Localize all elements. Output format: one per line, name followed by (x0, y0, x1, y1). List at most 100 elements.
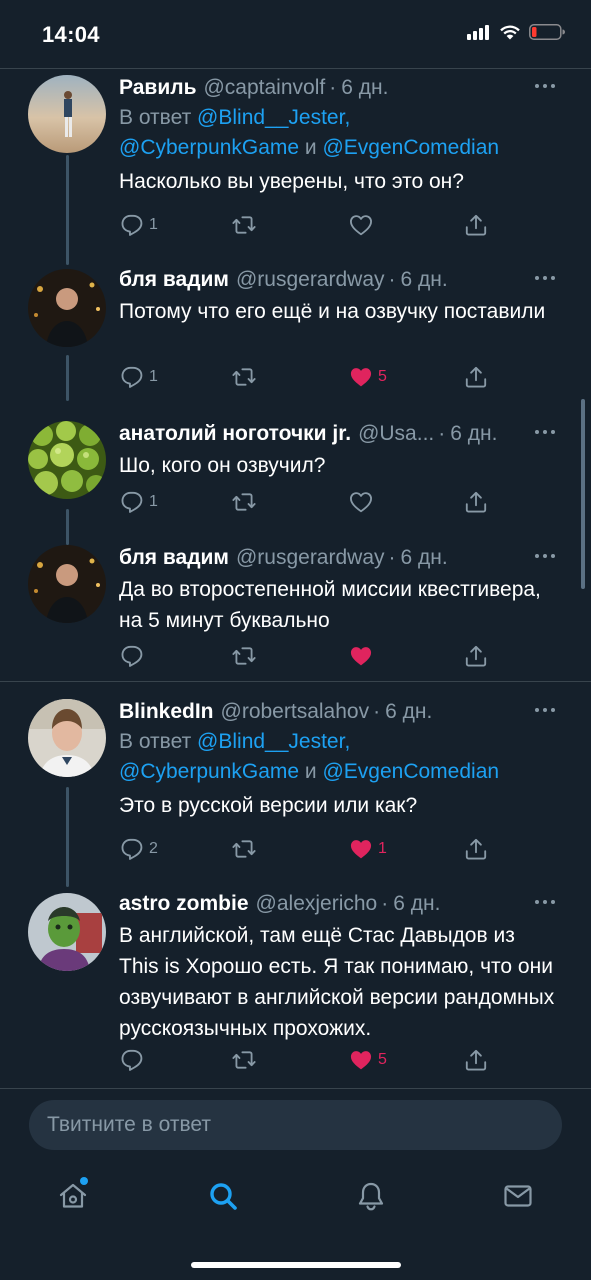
share-button[interactable] (463, 487, 489, 517)
retweet-button[interactable] (231, 210, 261, 240)
reply-button[interactable] (119, 1045, 149, 1075)
retweet-button[interactable] (231, 362, 261, 392)
tweet[interactable]: astro zombie @alexjericho · 6 дн. В англ… (0, 891, 591, 1085)
more-options-icon[interactable] (529, 889, 561, 915)
tab-search[interactable] (198, 1176, 248, 1216)
separator-dot: · (388, 268, 396, 291)
heart-icon (348, 212, 374, 238)
avatar[interactable] (28, 699, 106, 777)
reply-button[interactable]: 2 (119, 834, 158, 864)
retweet-button[interactable] (231, 834, 261, 864)
reply-and: и (299, 760, 323, 783)
tab-home[interactable] (48, 1176, 98, 1216)
mention-link[interactable]: @Blind__Jester, (197, 730, 350, 753)
heart-filled-icon (348, 364, 374, 390)
reply-button[interactable]: 1 (119, 210, 158, 240)
tweet-body: анатолий ноготочки jr. @Usa... · 6 дн. Ш… (119, 421, 559, 481)
share-button[interactable] (463, 210, 489, 240)
tweet[interactable]: BlinkedIn @robertsalahov · 6 дн. В ответ… (0, 699, 591, 889)
tweet[interactable]: бля вадим @rusgerardway · 6 дн. Да во вт… (0, 545, 591, 677)
retweet-icon (231, 643, 257, 669)
more-options-icon[interactable] (529, 73, 561, 99)
tweet-header: astro zombie @alexjericho · 6 дн. (119, 891, 559, 917)
retweet-button[interactable] (231, 487, 261, 517)
retweet-button[interactable] (231, 1045, 261, 1075)
tweet-text: Да во второстепенной миссии квестгивера,… (119, 578, 541, 632)
tweet[interactable]: бля вадим @rusgerardway · 6 дн. Потому ч… (0, 267, 591, 399)
mention-link[interactable]: @Blind__Jester, (197, 106, 350, 129)
mention-link[interactable]: @CyberpunkGame (119, 136, 299, 159)
avatar[interactable] (28, 269, 106, 347)
scrollbar[interactable] (581, 399, 585, 589)
like-button[interactable]: 5 (348, 1045, 387, 1075)
messages-icon (504, 1185, 532, 1207)
share-button[interactable] (463, 641, 489, 671)
author-handle[interactable]: @rusgerardway (236, 267, 385, 293)
separator-dot: · (329, 76, 337, 99)
share-button[interactable] (463, 834, 489, 864)
avatar[interactable] (28, 545, 106, 623)
more-options-icon[interactable] (529, 265, 561, 291)
home-indicator[interactable] (191, 1262, 401, 1268)
author-handle[interactable]: @rusgerardway (236, 545, 385, 571)
like-button[interactable] (348, 210, 378, 240)
mention-link[interactable]: @EvgenComedian (322, 760, 499, 783)
like-button[interactable] (348, 641, 378, 671)
author-name[interactable]: бля вадим (119, 267, 229, 293)
retweet-icon (231, 489, 257, 515)
tweet-header: бля вадим @rusgerardway · 6 дн. (119, 545, 559, 571)
status-icons (467, 24, 565, 40)
reply-count: 1 (149, 216, 158, 233)
more-options-icon[interactable] (529, 697, 561, 723)
tweet-body: astro zombie @alexjericho · 6 дн. В англ… (119, 891, 559, 1044)
tweet-actions: 5 (119, 1045, 559, 1075)
more-options-icon[interactable] (529, 543, 561, 569)
status-bar: 14:04 (0, 0, 591, 66)
tweet-time: 6 дн. (400, 546, 448, 569)
avatar[interactable] (28, 893, 106, 971)
avatar[interactable] (28, 421, 106, 499)
new-content-dot (80, 1177, 88, 1185)
reply-and: и (299, 136, 323, 159)
tweet[interactable]: Равиль @captainvolf · 6 дн. В ответ @Bli… (0, 75, 591, 265)
separator-dot: · (373, 700, 381, 723)
reply-button[interactable]: 1 (119, 362, 158, 392)
author-handle[interactable]: @Usa... (358, 421, 434, 447)
tweet-time: 6 дн. (450, 422, 498, 445)
author-handle[interactable]: @robertsalahov (221, 699, 370, 725)
separator-dot: · (388, 546, 396, 569)
reply-button[interactable] (119, 641, 149, 671)
share-button[interactable] (463, 1045, 489, 1075)
like-button[interactable] (348, 487, 378, 517)
reply-bar: Твитните в ответ (0, 1088, 591, 1160)
reply-button[interactable]: 1 (119, 487, 158, 517)
tweet[interactable]: анатолий ноготочки jr. @Usa... · 6 дн. Ш… (0, 421, 591, 521)
author-name[interactable]: Равиль (119, 75, 196, 101)
author-name[interactable]: BlinkedIn (119, 699, 214, 725)
like-count: 1 (378, 840, 387, 857)
like-button[interactable]: 5 (348, 362, 387, 392)
tweet-thread: Равиль @captainvolf · 6 дн. В ответ @Bli… (0, 68, 591, 1088)
retweet-button[interactable] (231, 641, 261, 671)
tab-messages[interactable] (493, 1176, 543, 1216)
author-name[interactable]: бля вадим (119, 545, 229, 571)
reply-count: 2 (149, 840, 158, 857)
reply-icon (119, 1047, 145, 1073)
author-name[interactable]: анатолий ноготочки jr. (119, 421, 351, 447)
mention-link[interactable]: @CyberpunkGame (119, 760, 299, 783)
more-options-icon[interactable] (529, 419, 561, 445)
reply-icon (119, 364, 145, 390)
author-name[interactable]: astro zombie (119, 891, 249, 917)
reply-to: В ответ @Blind__Jester, @CyberpunkGame и… (119, 103, 559, 163)
reply-input[interactable]: Твитните в ответ (29, 1100, 562, 1150)
mention-link[interactable]: @EvgenComedian (322, 136, 499, 159)
like-button[interactable]: 1 (348, 834, 387, 864)
share-button[interactable] (463, 362, 489, 392)
tab-notifications[interactable] (346, 1176, 396, 1216)
avatar[interactable] (28, 75, 106, 153)
author-handle[interactable]: @captainvolf (203, 75, 325, 101)
author-handle[interactable]: @alexjericho (256, 891, 378, 917)
tweet-actions: 1 5 (119, 362, 559, 392)
share-icon (463, 364, 489, 390)
tweet-header: Равиль @captainvolf · 6 дн. (119, 75, 559, 101)
